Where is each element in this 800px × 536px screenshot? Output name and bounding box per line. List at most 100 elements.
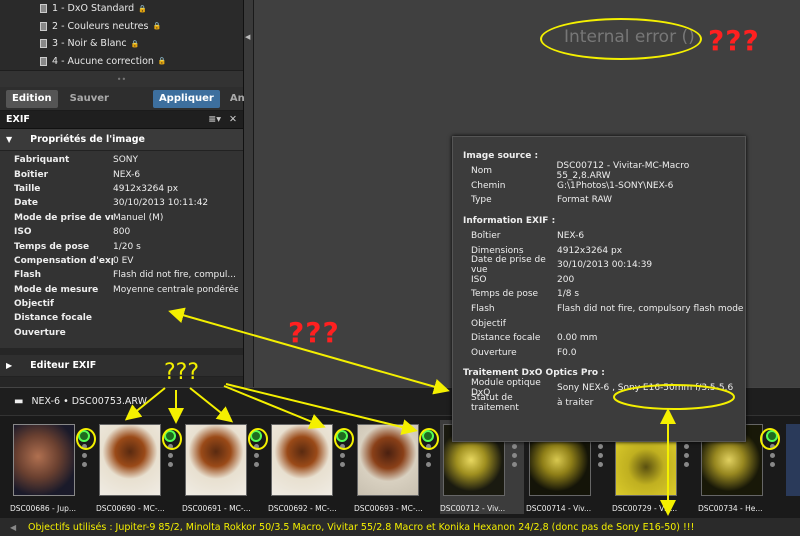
tooltip-source-title: Image source : — [463, 151, 539, 161]
preset-list: 1 - DxO Standard 🔒 2 - Couleurs neutres 🔒 … — [0, 0, 243, 70]
error-highlight-ellipse — [540, 18, 702, 60]
rating-dots — [512, 444, 517, 471]
preset-label: 4 - Aucune correction — [52, 55, 154, 67]
tooltip-dxo-title: Traitement DxO Optics Pro : — [463, 368, 605, 379]
tooltip-row: Type Format RAW — [471, 195, 613, 206]
panel-splitter[interactable]: ◀ — [244, 0, 254, 387]
tooltip-row: Ouverture F0.0 — [471, 347, 577, 358]
exif-row: Compensation d'expo.0 EV — [14, 255, 134, 266]
lock-icon: 🔒 — [130, 39, 140, 48]
exif-panel-header: EXIF ≡▾ ✕ — [0, 111, 243, 129]
exif-row: Date 30/10/2013 10:11:42 — [14, 198, 209, 209]
thumbnail-caption: DSC00690 - MC-... — [96, 504, 165, 513]
rating-dots — [254, 444, 259, 471]
thumbnail-caption: DSC00692 - MC-... — [268, 504, 337, 513]
exif-row: Mode de prise de vue Manuel (M) — [14, 212, 164, 223]
exif-row: Distance focale — [14, 313, 92, 324]
rating-dots — [598, 444, 603, 471]
tooltip-row: Temps de pose 1/8 s — [471, 289, 580, 300]
exif-row: Flash Flash did not fire, compul... — [14, 270, 236, 281]
thumbnail-caption: DSC00729 - Viv... — [612, 504, 678, 513]
collapse-left-icon[interactable]: ◀ — [245, 33, 250, 41]
red-question-marks: ??? — [708, 24, 760, 57]
exif-row: Boîtier NEX-6 — [14, 169, 141, 180]
status-icon — [78, 430, 90, 442]
sauver-button[interactable]: Sauver — [64, 90, 115, 108]
preset-toolbar: Edition Sauver Appliquer Annuler — [0, 87, 274, 111]
exif-row: Taille 4912x3264 px — [14, 183, 179, 194]
lock-icon: 🔒 — [157, 57, 167, 66]
thumbnail-caption: DSC00691 - MC-... — [182, 504, 251, 513]
preset-item[interactable]: 2 - Couleurs neutres 🔒 — [0, 17, 243, 35]
expand-triangle-icon: ▶ — [6, 361, 13, 370]
exif-row: Ouverture — [14, 327, 66, 338]
thumbnail-caption: DSC00734 - He... — [698, 504, 763, 513]
tooltip-row: Flash Flash did not fire, compulsory flas… — [471, 304, 744, 315]
resize-handle[interactable]: •• — [0, 70, 243, 87]
preset-item[interactable]: 3 - Noir & Blanc 🔒 — [0, 35, 243, 53]
thumbnail[interactable]: DSC00691 - MC-... — [182, 420, 266, 514]
tooltip-row: Objectif — [471, 318, 506, 329]
exif-row: Objectif — [14, 299, 54, 310]
tooltip-exif-title: Information EXIF : — [463, 215, 556, 226]
properties-section-header[interactable]: ▼ Propriétés de l'image — [0, 129, 243, 151]
preset-item[interactable]: 4 - Aucune correction 🔒 — [0, 52, 243, 70]
document-icon — [40, 21, 47, 31]
folder-icon: ▬ — [14, 396, 24, 407]
status-icon — [250, 430, 262, 442]
appliquer-button[interactable]: Appliquer — [152, 89, 220, 108]
lock-icon: 🔒 — [152, 22, 162, 31]
menu-icon[interactable]: ≡▾ — [208, 114, 221, 125]
rating-dots — [684, 444, 689, 471]
exif-panel-title: EXIF — [6, 114, 30, 125]
thumbnail-caption: DSC00686 - Jup... — [10, 504, 76, 513]
tooltip-row: Nom DSC00712 - Vivitar-MC-Macro 55_2,8.AR… — [471, 161, 690, 182]
scroll-left-icon[interactable]: ◀ — [10, 523, 16, 532]
preset-item[interactable]: 1 - DxO Standard 🔒 — [0, 0, 243, 18]
image-info-tooltip: Image source : Nom DSC00712 - Vivitar-MC-… — [452, 136, 746, 442]
thumbnail[interactable]: DSC00690 - MC-... — [96, 420, 180, 514]
red-question-marks: ??? — [288, 316, 340, 349]
preset-label: 3 - Noir & Blanc — [52, 38, 127, 50]
thumbnail-caption: DSC00712 - Viv... — [440, 504, 506, 513]
close-icon[interactable]: ✕ — [229, 114, 237, 125]
exif-row: Temps de pose 1/20 s — [14, 241, 141, 252]
preset-label: 2 - Couleurs neutres — [52, 20, 149, 32]
tooltip-row: ISO 200 — [471, 274, 575, 285]
thumbnail-image — [13, 424, 75, 496]
thumbnail-image — [99, 424, 161, 496]
lock-icon: 🔒 — [138, 4, 147, 13]
collapse-triangle-icon: ▼ — [6, 135, 13, 144]
exif-properties: Fabriquant SONY Boîtier NEX-6 Taille 4912x3… — [0, 151, 243, 348]
status-icon — [422, 430, 434, 442]
thumbnail-image — [185, 424, 247, 496]
tooltip-row: Date de prise de vue 30/10/2013 00:14:39 — [471, 255, 653, 276]
document-icon — [40, 4, 47, 14]
thumbnail-caption: DSC00714 - Viv... — [526, 504, 592, 513]
thumbnail[interactable]: DSC00693 - MC-... — [354, 420, 438, 514]
thumbnail-image — [357, 424, 419, 496]
thumbnail[interactable]: DSC00692 - MC-... — [268, 420, 352, 514]
exif-editor-title: Editeur EXIF — [30, 360, 97, 371]
filmstrip-path: NEX-6 • DSC00753.ARW — [31, 396, 148, 407]
thumbnail-caption: DSC00693 - MC-... — [354, 504, 423, 513]
thumbnail-image — [271, 424, 333, 496]
status-icon — [164, 430, 176, 442]
edition-button[interactable]: Edition — [6, 89, 58, 108]
tooltip-row: Boîtier NEX-6 — [471, 231, 585, 242]
rating-dots — [340, 444, 345, 471]
yellow-question-marks: ??? — [164, 360, 200, 385]
document-icon — [40, 56, 47, 66]
exif-row: Fabriquant SONY — [14, 155, 139, 166]
lens-note: Objectifs utilisés : Jupiter-9 85/2, Min… — [28, 521, 695, 533]
thumbnail[interactable]: DSC00686 - Jup... — [10, 420, 94, 514]
left-panel: 1 - DxO Standard 🔒 2 - Couleurs neutres 🔒 … — [0, 0, 274, 387]
rating-dots — [168, 444, 173, 471]
status-icon — [336, 430, 348, 442]
properties-section-title: Propriétés de l'image — [30, 134, 145, 145]
rating-dots — [426, 444, 431, 471]
exif-editor-header[interactable]: ▶ Editeur EXIF — [0, 355, 243, 377]
rating-dots — [82, 444, 87, 471]
thumbnail-partial[interactable] — [786, 424, 800, 496]
tooltip-row: Distance focale 0.00 mm — [471, 333, 598, 344]
